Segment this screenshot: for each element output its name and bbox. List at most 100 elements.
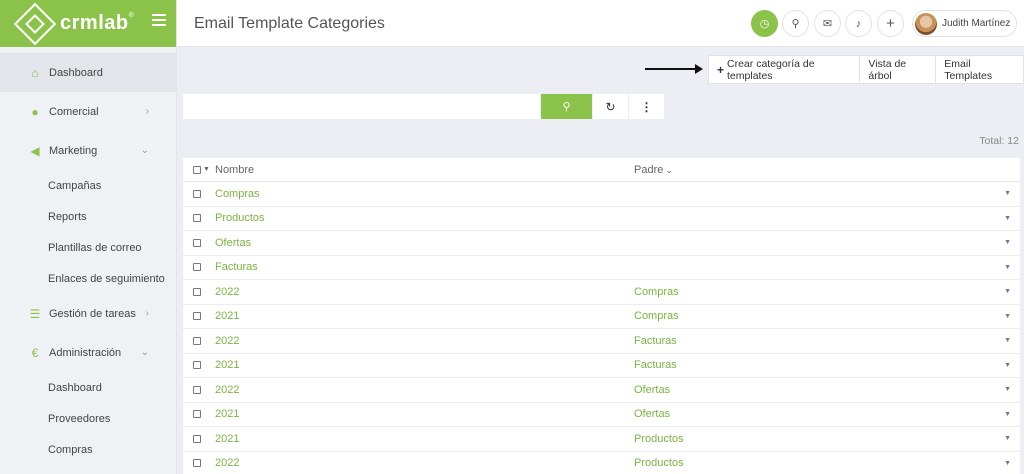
table-row[interactable]: 2021 Facturas ▼ [183, 354, 1020, 378]
table-row[interactable]: 2022 Ofertas ▼ [183, 378, 1020, 403]
create-category-button[interactable]: + Crear categoría de templates [709, 56, 861, 83]
row-name-link[interactable]: Productos [215, 212, 265, 224]
chevron-down-icon: ⌄ [140, 145, 149, 156]
row-checkbox[interactable] [193, 336, 201, 345]
table-row[interactable]: 2021 Productos ▼ [183, 427, 1020, 452]
sidebar-subitem-plantillas[interactable]: Plantillas de correo [0, 232, 176, 263]
table-row[interactable]: Ofertas ▼ [183, 231, 1020, 256]
row-actions-caret-icon[interactable]: ▼ [1004, 215, 1011, 222]
row-checkbox[interactable] [193, 287, 201, 296]
row-name-link[interactable]: 2021 [215, 359, 239, 371]
tree-view-button[interactable]: Vista de árbol [860, 56, 937, 83]
row-checkbox[interactable] [193, 189, 201, 198]
sidebar-item-gestion-tareas[interactable]: ☰ Gestión de tareas › [0, 294, 176, 333]
row-parent-link[interactable]: Ofertas [634, 408, 670, 420]
row-parent-link[interactable]: Productos [634, 457, 684, 469]
table-row[interactable]: 2022 Compras ▼ [183, 280, 1020, 305]
mail-button[interactable]: ✉ [814, 10, 841, 37]
row-actions-caret-icon[interactable]: ▼ [1004, 313, 1011, 320]
row-actions-caret-icon[interactable]: ▼ [1004, 288, 1011, 295]
row-actions-caret-icon[interactable]: ▼ [1004, 435, 1011, 442]
row-checkbox[interactable] [193, 434, 201, 443]
row-parent-link[interactable]: Compras [634, 286, 679, 298]
row-actions-caret-icon[interactable]: ▼ [1004, 362, 1011, 369]
sidebar-subitem-campanas[interactable]: Campañas [0, 170, 176, 201]
column-header-name[interactable]: Nombre [215, 164, 254, 176]
row-parent-link[interactable]: Facturas [634, 359, 677, 371]
search-submit-button[interactable]: ⚲ [541, 94, 592, 119]
row-name-link[interactable]: 2021 [215, 433, 239, 445]
search-icon: ⚲ [562, 101, 571, 113]
row-checkbox[interactable] [193, 459, 201, 468]
refresh-icon: ↻ [605, 99, 616, 114]
row-actions-caret-icon[interactable]: ▼ [1004, 239, 1011, 246]
row-name-link[interactable]: 2022 [215, 384, 239, 396]
sidebar-item-label: Reports [48, 210, 87, 223]
sidebar-item-dashboard[interactable]: ⌂ Dashboard [0, 53, 176, 92]
sidebar-subitem-reports[interactable]: Reports [0, 201, 176, 232]
refresh-button[interactable]: ↻ [593, 94, 628, 119]
table-row[interactable]: Productos ▼ [183, 207, 1020, 231]
row-parent-link[interactable]: Productos [634, 433, 684, 445]
chevron-down-icon: ⌄ [140, 347, 149, 358]
row-checkbox[interactable] [193, 312, 201, 321]
row-name-link[interactable]: Compras [215, 188, 260, 200]
add-button[interactable]: + [877, 10, 904, 37]
row-parent-link[interactable]: Facturas [634, 335, 677, 347]
search-input[interactable] [183, 94, 540, 119]
table-row[interactable]: 2021 Ofertas ▼ [183, 403, 1020, 427]
notifications-button[interactable]: ♪ [845, 10, 872, 37]
avatar [915, 12, 937, 35]
row-checkbox[interactable] [193, 361, 201, 370]
sidebar-item-comercial[interactable]: ● Comercial › [0, 92, 176, 131]
row-actions-caret-icon[interactable]: ▼ [1004, 386, 1011, 393]
table-row[interactable]: Compras ▼ [183, 182, 1020, 207]
more-vertical-icon: ⋮ [640, 99, 653, 114]
user-menu[interactable]: Judith Martínez [912, 10, 1017, 37]
megaphone-icon: ◀ [30, 143, 40, 158]
row-name-link[interactable]: Ofertas [215, 237, 251, 249]
bell-icon: ♪ [855, 17, 862, 30]
row-parent-link[interactable]: Compras [634, 310, 679, 322]
row-parent-link[interactable]: Ofertas [634, 384, 670, 396]
row-name-link[interactable]: 2022 [215, 286, 239, 298]
person-icon: ● [31, 104, 39, 119]
row-name-link[interactable]: 2021 [215, 408, 239, 420]
row-name-link[interactable]: 2021 [215, 310, 239, 322]
row-name-link[interactable]: 2022 [215, 335, 239, 347]
email-templates-button[interactable]: Email Templates [936, 56, 1023, 83]
clock-button[interactable]: ◷ [751, 10, 778, 37]
row-actions-caret-icon[interactable]: ▼ [1004, 337, 1011, 344]
table-row[interactable]: 2022 Facturas ▼ [183, 329, 1020, 354]
caret-down-icon[interactable]: ▼ [203, 166, 210, 173]
row-checkbox[interactable] [193, 385, 201, 394]
table-row[interactable]: 2022 Productos ▼ [183, 452, 1020, 474]
sidebar-item-marketing[interactable]: ◀ Marketing ⌄ [0, 131, 176, 170]
row-name-link[interactable]: 2022 [215, 457, 239, 469]
select-all-checkbox[interactable] [193, 165, 201, 174]
sidebar-subitem-enlaces[interactable]: Enlaces de seguimiento [0, 263, 176, 294]
sidebar-item-administracion[interactable]: € Administración ⌄ [0, 333, 176, 372]
column-header-parent[interactable]: Padre ⌄ [634, 164, 673, 176]
page-title: Email Template Categories [194, 15, 385, 32]
more-options-button[interactable]: ⋮ [629, 94, 664, 119]
row-name-link[interactable]: Facturas [215, 261, 258, 273]
row-checkbox[interactable] [193, 263, 201, 272]
annotation-arrow [645, 64, 703, 74]
table-row[interactable]: Facturas ▼ [183, 256, 1020, 280]
row-checkbox[interactable] [193, 238, 201, 247]
sidebar-nav: ⌂ Dashboard ● Comercial › ◀ Marketing ⌄ … [0, 53, 176, 465]
menu-toggle-icon[interactable] [152, 14, 166, 29]
row-actions-caret-icon[interactable]: ▼ [1004, 460, 1011, 467]
row-actions-caret-icon[interactable]: ▼ [1004, 264, 1011, 271]
sidebar-item-label: Gestión de tareas [49, 307, 136, 320]
row-checkbox[interactable] [193, 214, 201, 223]
search-button[interactable]: ⚲ [782, 10, 809, 37]
sidebar-subitem-proveedores[interactable]: Proveedores [0, 403, 176, 434]
row-actions-caret-icon[interactable]: ▼ [1004, 190, 1011, 197]
row-actions-caret-icon[interactable]: ▼ [1004, 411, 1011, 418]
row-checkbox[interactable] [193, 410, 201, 419]
table-row[interactable]: 2021 Compras ▼ [183, 305, 1020, 329]
sidebar-subitem-compras[interactable]: Compras [0, 434, 176, 465]
sidebar-subitem-admin-dashboard[interactable]: Dashboard [0, 372, 176, 403]
